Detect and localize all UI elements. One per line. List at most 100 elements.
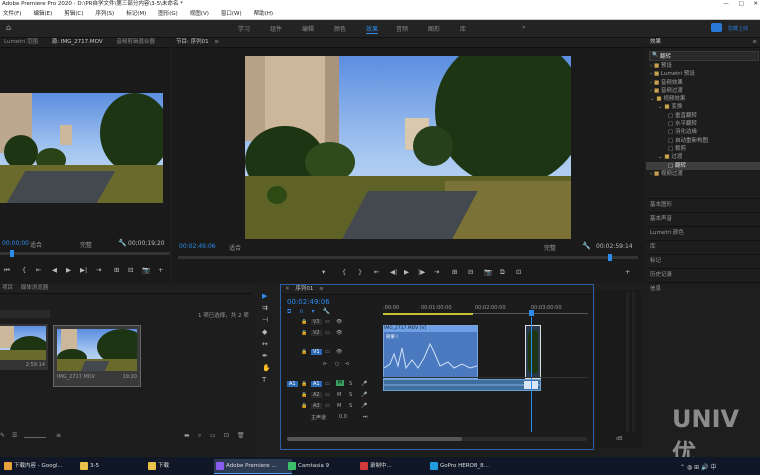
workspace-more-icon[interactable]: » <box>522 24 526 31</box>
taskbar-item-gopro[interactable]: GoPro HERO8_8... <box>428 459 506 473</box>
wrench-icon[interactable]: 🔧 <box>118 239 127 247</box>
close-button[interactable]: ✕ <box>753 1 758 7</box>
track-v2[interactable]: 🔒 V2 ▭ 👁 <box>281 328 381 339</box>
clip-thumbnail[interactable]: 2:59:14 <box>0 324 48 370</box>
folder-icon[interactable]: ▭ <box>210 432 216 439</box>
source-playhead[interactable] <box>10 250 14 257</box>
effects-search[interactable]: 🔍 翻转 <box>649 51 759 61</box>
video-clip[interactable]: IMG_2717.MOV [V] 效果 I <box>383 325 478 379</box>
audio-clip[interactable] <box>383 379 541 391</box>
timeline-scrollbar[interactable] <box>287 437 587 441</box>
section-history[interactable]: 历史记录 <box>646 268 760 282</box>
pen-tool-icon[interactable]: ✒ <box>262 352 268 360</box>
workspace-editing[interactable]: 编辑 <box>302 24 314 33</box>
track-a1[interactable]: A1 🔒 A1 ▭ M S 🎤 <box>281 379 381 390</box>
project-search[interactable] <box>0 310 50 318</box>
tree-item-presets[interactable]: › ■ 预设 <box>646 62 760 70</box>
wrench-icon[interactable]: 🔧 <box>582 242 591 250</box>
menu-marker[interactable]: 标记(M) <box>126 11 146 17</box>
step-backward-icon[interactable]: ◀| <box>390 268 397 276</box>
tree-item-video-effects[interactable]: ⌄ ■ 视频效果 <box>646 95 760 103</box>
go-to-out-icon[interactable]: ⇥ <box>96 266 101 274</box>
add-button-icon[interactable]: + <box>625 268 630 276</box>
tab-program[interactable]: 节目: 序列01 <box>176 39 209 45</box>
track-a2[interactable]: 🔒 A2 ▭ M S 🎤 <box>281 390 381 401</box>
tree-item-audio-transitions[interactable]: › ■ 音频过渡 <box>646 87 760 95</box>
track-v1[interactable]: 🔒 V1 ▭ 👁 ⊳ ○ ⊲ <box>281 339 381 375</box>
clip-thumbnail[interactable]: IMG_2717.MOV 19:20 <box>53 325 141 387</box>
play-icon[interactable]: ▶ <box>404 268 409 276</box>
zoom-slider[interactable] <box>24 437 46 438</box>
video-clip-end[interactable] <box>525 325 541 379</box>
section-markers[interactable]: 标记 <box>646 254 760 268</box>
program-timecode[interactable]: 00:02:49:06 <box>179 243 216 250</box>
close-icon[interactable]: ✕ <box>285 286 290 292</box>
source-quality-select[interactable]: 完整 <box>80 240 92 249</box>
program-fit-select[interactable]: 适合 <box>229 243 241 252</box>
workspace-color[interactable]: 颜色 <box>334 24 346 33</box>
mark-out-icon[interactable]: } <box>358 268 362 276</box>
menu-clip[interactable]: 剪辑(C) <box>64 11 83 17</box>
tab-project[interactable]: 项目 <box>2 285 13 291</box>
system-tray[interactable]: ⌃ ◍ ⊞ 🔊 中 <box>680 462 716 471</box>
export-frame-icon[interactable]: 📷 <box>142 266 150 274</box>
tree-item-horizontal-flip[interactable]: ▢ 水平翻转 <box>646 120 760 128</box>
tab-source[interactable]: 源: IMG_2717.MOV <box>52 39 103 45</box>
go-to-in-icon[interactable]: ⇤ <box>374 268 379 276</box>
track-select-tool-icon[interactable]: ⇉ <box>262 304 268 312</box>
step-back-icon[interactable]: ⏮ <box>4 266 10 275</box>
tree-item-feather-edges[interactable]: ▢ 羽化边缘 <box>646 128 760 136</box>
insert-icon[interactable]: ⊞ <box>114 266 119 274</box>
selection-tool-icon[interactable]: ▶ <box>262 292 267 300</box>
home-icon[interactable]: ⌂ <box>6 23 11 32</box>
taskbar-item-camtasia[interactable]: Camtasia 9 <box>286 459 364 473</box>
list-view-icon[interactable]: ☰ <box>12 432 17 439</box>
timeline-playhead[interactable] <box>529 310 534 316</box>
slip-tool-icon[interactable]: ↔ <box>262 340 268 348</box>
source-scrub-bar[interactable] <box>0 250 170 257</box>
mark-in-icon[interactable]: { <box>22 266 26 274</box>
export-frame-icon[interactable]: 📷 <box>484 268 492 276</box>
taskbar-item-premiere[interactable]: Adobe Premiere ... <box>214 459 292 474</box>
section-essential-graphics[interactable]: 基本图形 <box>646 198 760 212</box>
snap-icon[interactable]: ⧉ <box>287 308 291 315</box>
type-tool-icon[interactable]: T <box>262 376 266 384</box>
workspace-audio[interactable]: 音频 <box>396 24 408 33</box>
program-playhead[interactable] <box>608 254 612 261</box>
tab-media-browser[interactable]: 媒体浏览器 <box>21 285 49 291</box>
add-marker-icon[interactable]: ▾ <box>312 308 315 315</box>
razor-tool-icon[interactable]: ◆ <box>262 328 267 336</box>
mark-in-icon[interactable]: { <box>342 268 346 276</box>
workspace-libraries[interactable]: 库 <box>460 24 466 33</box>
menu-sequence[interactable]: 序列(S) <box>95 11 114 17</box>
menu-view[interactable]: 视图(V) <box>190 11 209 17</box>
extract-icon[interactable]: ⊟ <box>468 268 473 276</box>
vr-icon[interactable]: ⊡ <box>516 268 521 276</box>
panel-menu-icon[interactable]: ≡ <box>752 38 757 47</box>
program-scrub-bar[interactable] <box>178 254 638 261</box>
go-to-out-icon[interactable]: ⇥ <box>434 268 439 276</box>
taskbar-item-chrome[interactable]: 下载内容 - Googl... <box>2 459 82 473</box>
track-mix[interactable]: 主声道 0.0 ⏭ <box>281 412 381 423</box>
timeline-ruler[interactable]: :00:00 00:01:00:00 00:02:00:00 00:03:00:… <box>383 303 588 317</box>
overwrite-icon[interactable]: ⊟ <box>128 266 133 274</box>
step-backward-icon[interactable]: ◀ <box>52 266 57 274</box>
lift-icon[interactable]: ⊞ <box>452 268 457 276</box>
program-menu-icon[interactable]: ≡ <box>214 39 219 45</box>
timeline-timecode[interactable]: 00:02:49:06 <box>287 298 330 306</box>
new-item-icon[interactable]: ⊡ <box>224 432 229 439</box>
tab-lumetri-scopes[interactable]: Lumetri 范围 <box>4 39 38 45</box>
menu-file[interactable]: 文件(F) <box>3 11 21 17</box>
taskbar-item-recording[interactable]: 录制中... <box>358 459 434 473</box>
wrench-icon[interactable]: 🔧 <box>322 308 329 315</box>
tree-item-transform[interactable]: ⌄ ■ 变换 <box>646 103 760 111</box>
menu-window[interactable]: 窗口(W) <box>221 11 242 17</box>
taskbar-item-downloads[interactable]: 下载 <box>146 459 218 473</box>
pen-icon[interactable]: ✎ <box>0 432 5 439</box>
linked-icon[interactable]: ∩ <box>299 308 303 315</box>
tree-item-flip-selected[interactable]: ▢ 翻转 <box>646 161 760 170</box>
top-right-link[interactable]: 隐藏上线 <box>728 25 748 32</box>
track-area[interactable]: IMG_2717.MOV [V] 效果 I <box>383 317 588 432</box>
workspace-learning[interactable]: 学习 <box>238 24 250 33</box>
menu-graphics[interactable]: 图形(G) <box>158 11 178 17</box>
